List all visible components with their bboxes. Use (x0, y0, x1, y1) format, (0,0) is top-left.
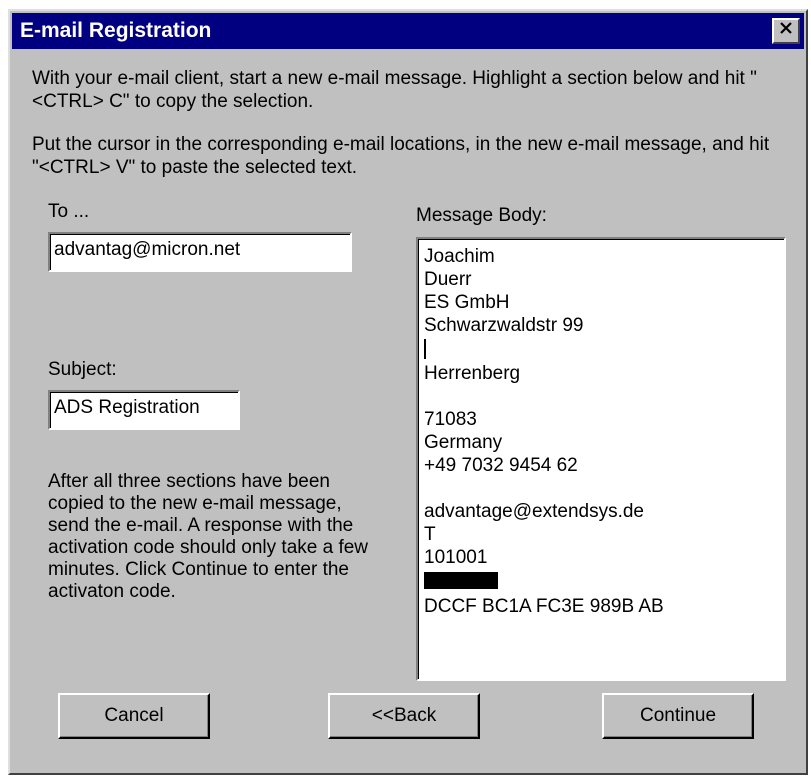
body-line-blank (424, 477, 778, 500)
body-line-city: Herrenberg (424, 363, 521, 384)
close-icon (779, 22, 793, 40)
body-line-phone: +49 7032 9454 62 (424, 455, 578, 476)
continue-button[interactable]: Continue (602, 693, 754, 739)
to-value: advantag@micron.net (54, 239, 241, 260)
instruction-paste: Put the cursor in the corresponding e-ma… (32, 134, 770, 178)
body-line-street: Schwarzwaldstr 99 (424, 315, 584, 336)
body-line-t: T (424, 524, 436, 545)
subject-field[interactable]: ADS Registration (48, 390, 240, 430)
body-line-zip: 71083 (424, 409, 477, 430)
body-line-country: Germany (424, 432, 503, 453)
info-text: After all three sections have been copie… (48, 471, 369, 602)
message-body-label: Message Body: (416, 205, 547, 226)
subject-label: Subject: (48, 359, 117, 380)
body-line-number: 101001 (424, 547, 488, 568)
body-line-cursor (424, 339, 778, 362)
registration-dialog: E-mail Registration With your e-mail cli… (8, 9, 808, 775)
body-line-blank (424, 385, 778, 408)
to-label: To ... (48, 201, 90, 222)
redaction-bar (424, 572, 498, 589)
body-line-redacted (424, 572, 778, 595)
close-button[interactable] (772, 18, 800, 44)
body-line-company: ES GmbH (424, 292, 510, 313)
subject-value: ADS Registration (54, 397, 200, 418)
body-line-name-first: Joachim (424, 246, 495, 267)
text-cursor (424, 339, 426, 359)
message-body-field[interactable]: Joachim Duerr ES GmbH Schwarzwaldstr 99 … (416, 237, 786, 681)
body-line-name-last: Duerr (424, 269, 472, 290)
to-field[interactable]: advantag@micron.net (48, 232, 352, 272)
body-line-code: DCCF BC1A FC3E 989B AB (424, 596, 664, 617)
dialog-title: E-mail Registration (20, 19, 212, 42)
back-button[interactable]: <<Back (328, 693, 480, 739)
cancel-button[interactable]: Cancel (58, 693, 210, 739)
title-bar[interactable]: E-mail Registration (12, 13, 804, 49)
instruction-copy: With your e-mail client, start a new e-m… (32, 68, 757, 112)
body-line-email: advantage@extendsys.de (424, 501, 644, 522)
